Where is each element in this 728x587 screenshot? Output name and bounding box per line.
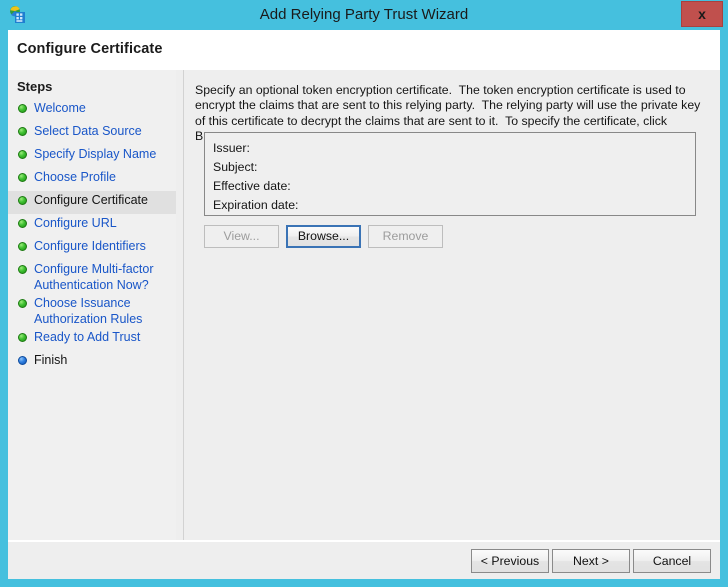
main-panel: Specify an optional token encryption cer… xyxy=(184,70,720,540)
green-bullet-icon xyxy=(18,150,27,159)
green-bullet-icon xyxy=(18,127,27,136)
remove-button[interactable]: Remove xyxy=(368,225,443,248)
wizard-window: Add Relying Party Trust Wizard x Configu… xyxy=(0,0,728,587)
step-label: Choose Issuance Authorization Rules xyxy=(34,296,143,326)
next-button[interactable]: Next > xyxy=(552,549,630,573)
page-title: Configure Certificate xyxy=(17,41,163,57)
step-label: Welcome xyxy=(34,101,86,115)
steps-list: Welcome Select Data Source Specify Display… xyxy=(8,99,176,374)
step-label: Configure Certificate xyxy=(34,193,148,207)
view-button[interactable]: View... xyxy=(204,225,279,248)
sidebar-step-configure-url[interactable]: Configure URL xyxy=(8,214,176,237)
title-bar: Add Relying Party Trust Wizard x xyxy=(0,0,728,30)
blue-bullet-icon xyxy=(18,356,27,365)
sidebar-step-configure-multi-factor-authentication-now[interactable]: Configure Multi-factor Authentication No… xyxy=(8,260,176,294)
steps-heading: Steps xyxy=(17,79,53,94)
sidebar-step-specify-display-name[interactable]: Specify Display Name xyxy=(8,145,176,168)
expiration-date-label: Expiration date: xyxy=(213,198,299,212)
certificate-action-buttons: View... Browse... Remove xyxy=(204,225,604,249)
issuer-label: Issuer: xyxy=(213,141,250,155)
green-bullet-icon xyxy=(18,219,27,228)
sidebar-step-ready-to-add-trust[interactable]: Ready to Add Trust xyxy=(8,328,176,351)
cancel-button[interactable]: Cancel xyxy=(633,549,711,573)
green-bullet-icon xyxy=(18,265,27,274)
subject-label: Subject: xyxy=(213,160,258,174)
sidebar-step-configure-identifiers[interactable]: Configure Identifiers xyxy=(8,237,176,260)
effective-date-label: Effective date: xyxy=(213,179,291,193)
green-bullet-icon xyxy=(18,104,27,113)
step-label: Specify Display Name xyxy=(34,147,157,161)
step-label: Choose Profile xyxy=(34,170,116,184)
green-bullet-icon xyxy=(18,196,27,205)
step-label: Finish xyxy=(34,353,68,367)
step-label: Configure Identifiers xyxy=(34,239,146,253)
page-header: Configure Certificate xyxy=(8,30,720,70)
green-bullet-icon xyxy=(18,173,27,182)
wizard-footer: < Previous Next > Cancel xyxy=(8,542,720,579)
previous-button[interactable]: < Previous xyxy=(471,549,549,573)
certificate-info-box: Issuer: Subject: Effective date: Expirat… xyxy=(204,132,696,216)
sidebar-step-configure-certificate[interactable]: Configure Certificate xyxy=(8,191,176,214)
wizard-body: Steps Welcome Select Data Source Specify D… xyxy=(8,70,720,540)
browse-button[interactable]: Browse... xyxy=(286,225,361,248)
sidebar-step-choose-profile[interactable]: Choose Profile xyxy=(8,168,176,191)
green-bullet-icon xyxy=(18,333,27,342)
green-bullet-icon xyxy=(18,299,27,308)
step-label: Select Data Source xyxy=(34,124,142,138)
close-icon[interactable]: x xyxy=(681,1,723,27)
step-label: Ready to Add Trust xyxy=(34,330,141,344)
sidebar-step-choose-issuance-authorization-rules[interactable]: Choose Issuance Authorization Rules xyxy=(8,294,176,328)
step-label: Configure URL xyxy=(34,216,117,230)
window-title: Add Relying Party Trust Wizard xyxy=(259,6,469,23)
green-bullet-icon xyxy=(18,242,27,251)
sidebar-step-select-data-source[interactable]: Select Data Source xyxy=(8,122,176,145)
steps-sidebar: Steps Welcome Select Data Source Specify D… xyxy=(8,70,176,540)
sidebar-step-finish[interactable]: Finish xyxy=(8,351,176,374)
sidebar-step-welcome[interactable]: Welcome xyxy=(8,99,176,122)
step-label: Configure Multi-factor Authentication No… xyxy=(34,262,154,292)
